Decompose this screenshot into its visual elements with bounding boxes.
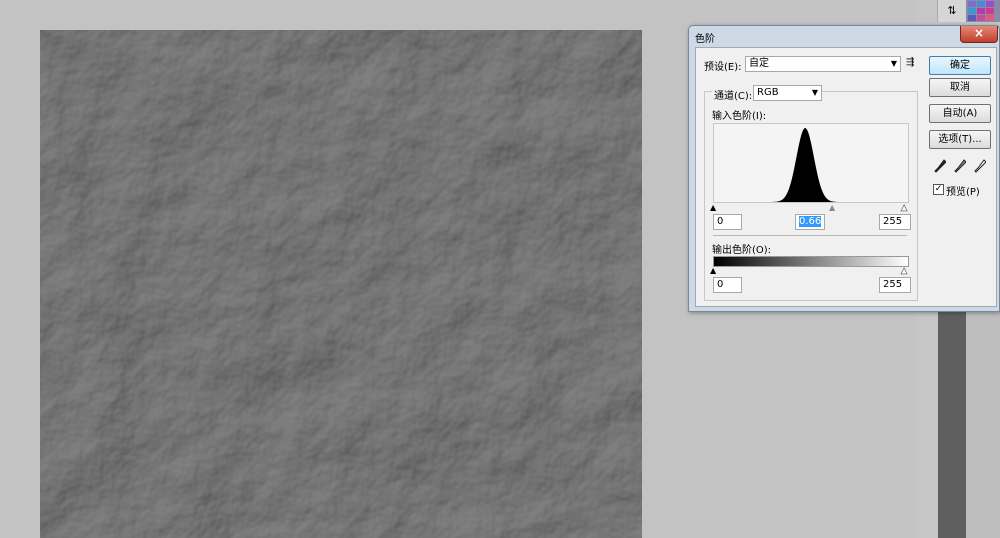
dialog-title: 色阶 [695, 34, 715, 45]
output-white-field[interactable]: 255 [879, 277, 911, 293]
swatches-panel[interactable] [966, 0, 1000, 22]
preset-label: 预设(E): [704, 62, 742, 73]
image-canvas[interactable] [40, 30, 642, 538]
dialog-titlebar[interactable]: 色阶 × [689, 26, 999, 47]
divider [713, 235, 907, 236]
panel-toggle-icon[interactable]: ⇅ [946, 4, 958, 18]
cancel-button[interactable]: 取消 [929, 78, 991, 97]
histogram [713, 123, 909, 203]
input-black-field[interactable]: 0 [713, 214, 742, 230]
channel-label: 通道(C): [712, 87, 755, 102]
preset-dropdown[interactable]: 自定 ▼ [745, 56, 901, 72]
chevron-down-icon: ▼ [890, 59, 897, 68]
preset-value: 自定 [749, 58, 769, 69]
output-white-slider[interactable]: ▲ [901, 266, 908, 275]
input-levels-label: 输入色阶(I): [712, 111, 767, 122]
auto-button[interactable]: 自动(A) [929, 104, 991, 123]
panel-scroll-area [938, 308, 966, 538]
options-button[interactable]: 选项(T)... [929, 130, 991, 149]
input-gamma-value: 0.66 [799, 216, 822, 227]
histogram-graph [714, 128, 908, 202]
chevron-down-icon: ▼ [811, 88, 818, 97]
output-black-slider[interactable]: ▲ [710, 267, 716, 275]
input-gamma-field[interactable]: 0.66 [795, 214, 825, 230]
input-white-slider[interactable]: ▲ [901, 203, 908, 212]
channel-value: RGB [757, 87, 779, 98]
output-levels-label: 输出色阶(O): [712, 245, 772, 256]
preview-checkbox[interactable]: ✓ [933, 184, 944, 195]
histogram-peak [714, 128, 908, 202]
white-point-eyedropper-icon[interactable] [974, 159, 986, 173]
preview-label: 预览(P) [946, 187, 980, 198]
panel-area [966, 308, 1000, 538]
output-gradient-bar [713, 256, 909, 267]
dialog-body: 预设(E): 自定 ▼ ⇶ 通道(C): RGB ▼ 输入色阶(I): ▲ ▲ … [695, 47, 997, 307]
channel-dropdown[interactable]: RGB ▼ [753, 85, 822, 101]
input-gamma-slider[interactable]: ▲ [829, 204, 835, 212]
input-white-field[interactable]: 255 [879, 214, 911, 230]
stone-texture-image [40, 30, 642, 538]
output-black-field[interactable]: 0 [713, 277, 742, 293]
ok-button[interactable]: 确定 [929, 56, 991, 75]
input-black-slider[interactable]: ▲ [710, 204, 716, 212]
preset-menu-icon[interactable]: ⇶ [906, 57, 914, 68]
black-point-eyedropper-icon[interactable] [934, 159, 946, 173]
levels-dialog: 色阶 × 预设(E): 自定 ▼ ⇶ 通道(C): RGB ▼ 输入色阶(I):… [688, 25, 1000, 312]
close-button[interactable]: × [960, 26, 998, 43]
gray-point-eyedropper-icon[interactable] [954, 159, 966, 173]
